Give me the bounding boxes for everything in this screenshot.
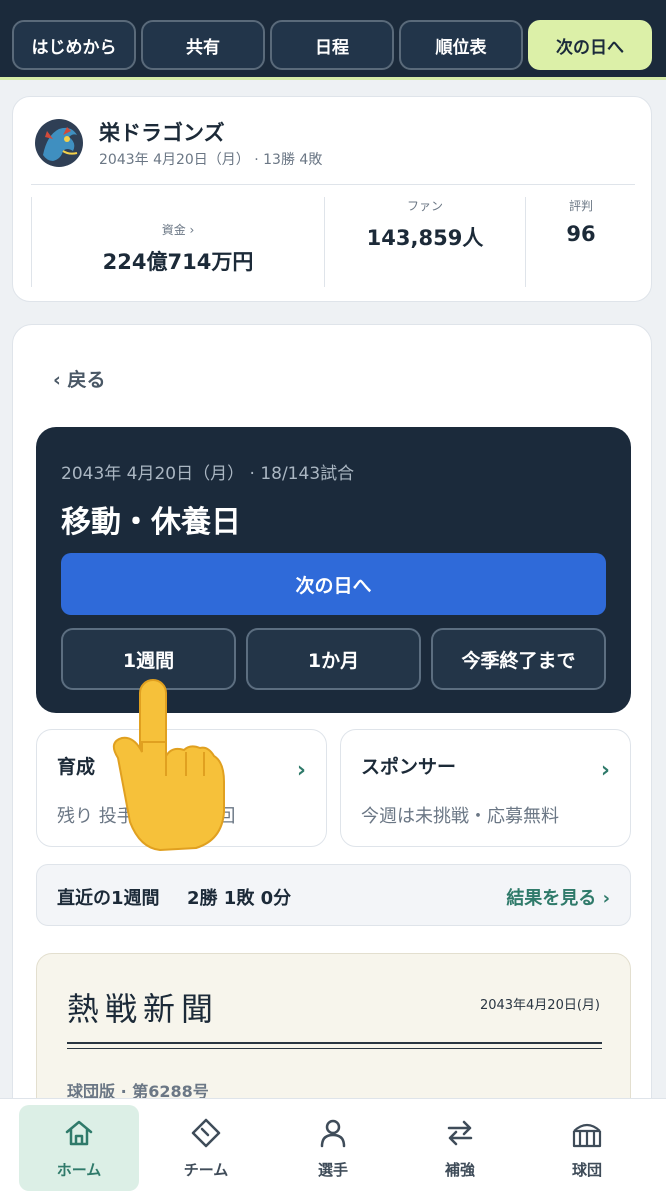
nav-player-label: 選手 [317, 1161, 348, 1179]
transfer-icon [447, 1120, 473, 1146]
player-icon [320, 1119, 346, 1148]
reputation-value: 96 [566, 222, 596, 246]
home-icon [65, 1120, 93, 1146]
club-date-record: 2043年 4月20日（月） · 13勝 4敗 [99, 152, 323, 168]
nav-club[interactable]: 球団 [527, 1105, 647, 1191]
fans-value: 143,859人 [366, 226, 484, 250]
divider [67, 1042, 602, 1044]
fans-label: ファン [406, 199, 443, 213]
nav-club-label: 球団 [571, 1161, 602, 1179]
pointing-hand-icon [112, 679, 225, 852]
nav-team-label: チーム [183, 1161, 229, 1179]
sponsor-detail: 今週は未挑戦・応募無料 [361, 806, 559, 827]
sponsor-card[interactable]: スポンサー 今週は未挑戦・応募無料 › [340, 729, 631, 847]
dragon-logo-icon [35, 119, 83, 167]
team-icon [191, 1118, 221, 1148]
sponsor-title: スポンサー [361, 756, 457, 778]
divider [67, 1048, 602, 1049]
stadium-icon [572, 1123, 602, 1148]
nav-home[interactable]: ホーム [19, 1105, 139, 1191]
nav-home-label: ホーム [56, 1161, 102, 1179]
newspaper-title: 熱戦新聞 [67, 990, 220, 1028]
left-edge-line [31, 197, 32, 287]
week-record: 2勝 1敗 0分 [187, 888, 292, 909]
restart-button[interactable]: はじめから [12, 20, 136, 70]
nav-transfer[interactable]: 補強 [400, 1105, 520, 1191]
top-nav: はじめから 共有 日程 順位表 次の日へ [0, 0, 666, 80]
standings-button[interactable]: 順位表 [399, 20, 523, 70]
next-day-button[interactable]: 次の日へ [61, 553, 606, 615]
newspaper-date: 2043年4月20日(月) [479, 998, 600, 1013]
training-title: 育成 [57, 756, 96, 778]
nav-transfer-label: 補強 [444, 1161, 475, 1179]
schedule-button[interactable]: 日程 [270, 20, 394, 70]
fans-stat: ファン 143,859人 [325, 197, 525, 252]
day-card: 2043年 4月20日（月） · 18/143試合 移動・休養日 次の日へ 1週… [36, 427, 631, 713]
day-title: 移動・休養日 [61, 505, 241, 540]
week-label: 直近の1週間 [57, 888, 160, 909]
chevron-right-icon: › [296, 758, 306, 783]
club-name: 栄ドラゴンズ [99, 121, 225, 145]
club-summary-card: 栄ドラゴンズ 2043年 4月20日（月） · 13勝 4敗 資金 › 224億… [12, 96, 652, 302]
reputation-label: 評判 [568, 199, 593, 213]
bottom-nav: ホーム チーム 選手 補強 球団 [0, 1098, 666, 1200]
nav-player[interactable]: 選手 [273, 1105, 393, 1191]
reputation-stat: 評判 96 [526, 197, 636, 246]
skip-season-button[interactable]: 今季終了まで [431, 628, 606, 690]
back-link[interactable]: ‹ 戻る [53, 365, 105, 392]
nav-team[interactable]: チーム [146, 1105, 266, 1191]
day-date: 2043年 4月20日（月） · 18/143試合 [61, 464, 355, 484]
next-day-top-button[interactable]: 次の日へ [528, 20, 652, 70]
funds-label: 資金 › [161, 223, 195, 237]
weekly-record-bar: 直近の1週間 2勝 1敗 0分 結果を見る › [36, 864, 631, 926]
funds-stat[interactable]: 資金 › 224億714万円 [31, 221, 325, 276]
divider [31, 184, 635, 185]
skip-month-button[interactable]: 1か月 [246, 628, 421, 690]
chevron-right-icon: › [600, 758, 610, 783]
funds-value: 224億714万円 [102, 250, 254, 274]
view-results-link[interactable]: 結果を見る › [506, 884, 610, 910]
share-button[interactable]: 共有 [141, 20, 265, 70]
